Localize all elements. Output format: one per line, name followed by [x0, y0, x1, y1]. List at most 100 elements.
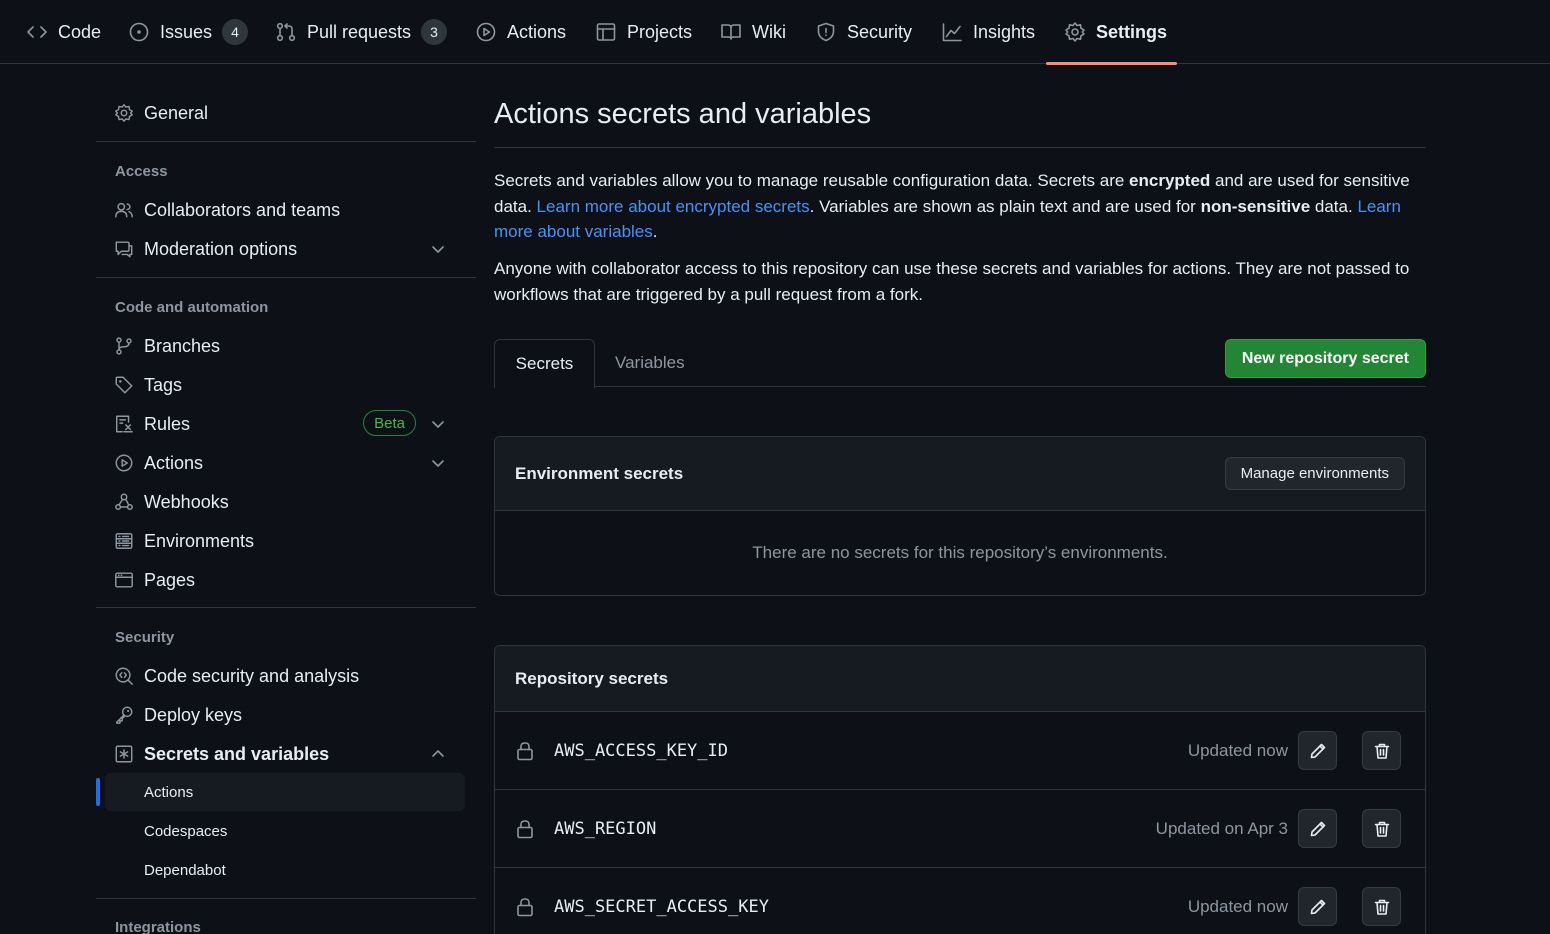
sidebar-item-label: General: [144, 102, 209, 123]
sidebar-item-label: Webhooks: [144, 491, 229, 512]
webhook-icon: [114, 492, 134, 512]
table-icon: [595, 21, 617, 43]
tab-label: Issues: [160, 21, 213, 42]
environment-secrets-title: Environment secrets: [515, 464, 684, 483]
gear-icon: [1064, 21, 1086, 43]
sidebar-heading-code-automation: Code and automation: [115, 299, 269, 316]
chevron-down-icon[interactable]: [430, 416, 446, 432]
tab-label: Code: [58, 21, 102, 42]
codescan-icon: [114, 666, 134, 686]
book-icon: [720, 21, 742, 43]
edit-secret-button[interactable]: [1298, 809, 1337, 848]
tab-pull-requests[interactable]: Pull requests 3: [275, 0, 448, 64]
encrypted-secrets-link[interactable]: Learn more about encrypted secrets: [537, 197, 810, 216]
chevron-down-icon[interactable]: [430, 241, 446, 257]
sidebar-heading-access: Access: [115, 163, 168, 180]
new-repository-secret-button[interactable]: New repository secret: [1224, 339, 1426, 378]
comment-icon: [114, 239, 134, 259]
tab-label: Wiki: [752, 21, 786, 42]
repository-secrets-box: Repository secrets AWS_ACCESS_KEY_ID Upd…: [494, 645, 1426, 934]
pull-requests-counter: 3: [421, 19, 448, 45]
delete-secret-button[interactable]: [1362, 731, 1401, 770]
sidebar-item-label: Code security and analysis: [144, 665, 360, 686]
empty-state: There are no secrets for this repository…: [752, 543, 1168, 562]
tab-code[interactable]: Code: [26, 0, 101, 64]
branch-icon: [114, 336, 134, 356]
sidebar-item-label: Deploy keys: [144, 704, 243, 725]
trash-icon: [1373, 820, 1391, 838]
sidebar-item-collaborators[interactable]: Collaborators and teams: [114, 193, 464, 227]
sidebar-item-webhooks[interactable]: Webhooks: [114, 485, 464, 519]
sidebar-item-label: Tags: [144, 374, 183, 395]
sidebar-item-tags[interactable]: Tags: [114, 368, 464, 402]
sidebar-item-secrets-variables[interactable]: Secrets and variables: [114, 737, 464, 771]
secret-name: AWS_ACCESS_KEY_ID: [554, 741, 728, 761]
edit-secret-button[interactable]: [1298, 887, 1337, 926]
sidebar-item-label: Actions: [144, 452, 204, 473]
key-icon: [114, 705, 134, 725]
sidebar-item-pages[interactable]: Pages: [114, 563, 464, 597]
people-icon: [114, 200, 134, 220]
lock-icon: [516, 897, 534, 917]
trash-icon: [1373, 742, 1391, 760]
shield-icon: [815, 21, 837, 43]
pencil-icon: [1309, 820, 1327, 838]
delete-secret-button[interactable]: [1362, 887, 1401, 926]
issues-counter: 4: [222, 19, 249, 45]
sidebar-subitem-codespaces[interactable]: Codespaces: [105, 812, 465, 850]
sidebar-subitem-dependabot[interactable]: Dependabot: [105, 851, 465, 889]
tab-secrets[interactable]: Secrets: [494, 339, 595, 388]
box-header: Environment secrets Manage environments: [495, 437, 1425, 511]
tab-insights[interactable]: Insights: [941, 0, 1035, 64]
secret-row: AWS_SECRET_ACCESS_KEY Updated now: [495, 868, 1425, 934]
box-header: Repository secrets: [495, 646, 1425, 712]
sidebar-item-environments[interactable]: Environments: [114, 524, 464, 558]
environment-secrets-box: Environment secrets Manage environments …: [494, 436, 1426, 596]
manage-environments-button[interactable]: Manage environments: [1224, 457, 1405, 490]
tab-issues[interactable]: Issues 4: [128, 0, 249, 64]
divider: [96, 898, 476, 899]
chevron-down-icon[interactable]: [430, 455, 446, 471]
sidebar-item-rules[interactable]: Rules Beta: [114, 407, 464, 441]
sidebar-item-label: Pages: [144, 569, 196, 590]
sidebar-item-label: Secrets and variables: [144, 743, 330, 764]
tab-security[interactable]: Security: [815, 0, 912, 64]
sidebar-item-general[interactable]: General: [114, 96, 464, 130]
sidebar-item-label: Environments: [144, 530, 255, 551]
tab-label: Actions: [507, 21, 567, 42]
delete-secret-button[interactable]: [1362, 809, 1401, 848]
sidebar-item-actions[interactable]: Actions: [114, 446, 464, 480]
sidebar-item-label: Branches: [144, 335, 221, 356]
sidebar-item-label: Rules: [144, 413, 191, 434]
sidebar-item-deploy-keys[interactable]: Deploy keys: [114, 698, 464, 732]
trash-icon: [1373, 898, 1391, 916]
tab-actions[interactable]: Actions: [475, 0, 566, 64]
active-indicator: [96, 778, 100, 806]
server-icon: [114, 531, 134, 551]
sidebar-item-code-security[interactable]: Code security and analysis: [114, 659, 464, 693]
main-content: Actions secrets and variables Secrets an…: [494, 64, 1426, 934]
repo-nav: Code Issues 4 Pull requests 3 Actions Pr…: [0, 0, 1550, 65]
chevron-up-icon[interactable]: [430, 746, 446, 762]
divider: [96, 141, 476, 142]
tab-settings[interactable]: Settings: [1045, 0, 1178, 65]
tab-variables[interactable]: Variables: [615, 339, 685, 387]
graph-icon: [941, 21, 963, 43]
repository-secrets-title: Repository secrets: [515, 669, 669, 688]
sidebar-heading-security: Security: [115, 629, 175, 646]
notice-paragraph: Anyone with collaborator access to this …: [494, 259, 1410, 304]
edit-secret-button[interactable]: [1298, 731, 1337, 770]
tab-label: Security: [847, 21, 913, 42]
pencil-icon: [1309, 898, 1327, 916]
secret-name: AWS_SECRET_ACCESS_KEY: [554, 897, 769, 917]
tab-wiki[interactable]: Wiki: [720, 0, 786, 64]
tab-label: Projects: [627, 21, 693, 42]
lock-icon: [516, 741, 534, 761]
tab-projects[interactable]: Projects: [595, 0, 692, 64]
sidebar-item-moderation[interactable]: Moderation options: [114, 232, 464, 266]
sidebar-subitem-actions[interactable]: Actions: [105, 773, 465, 811]
sidebar-heading-integrations: Integrations: [115, 919, 201, 934]
code-icon: [26, 21, 48, 43]
pencil-icon: [1309, 742, 1327, 760]
sidebar-item-branches[interactable]: Branches: [114, 329, 464, 363]
